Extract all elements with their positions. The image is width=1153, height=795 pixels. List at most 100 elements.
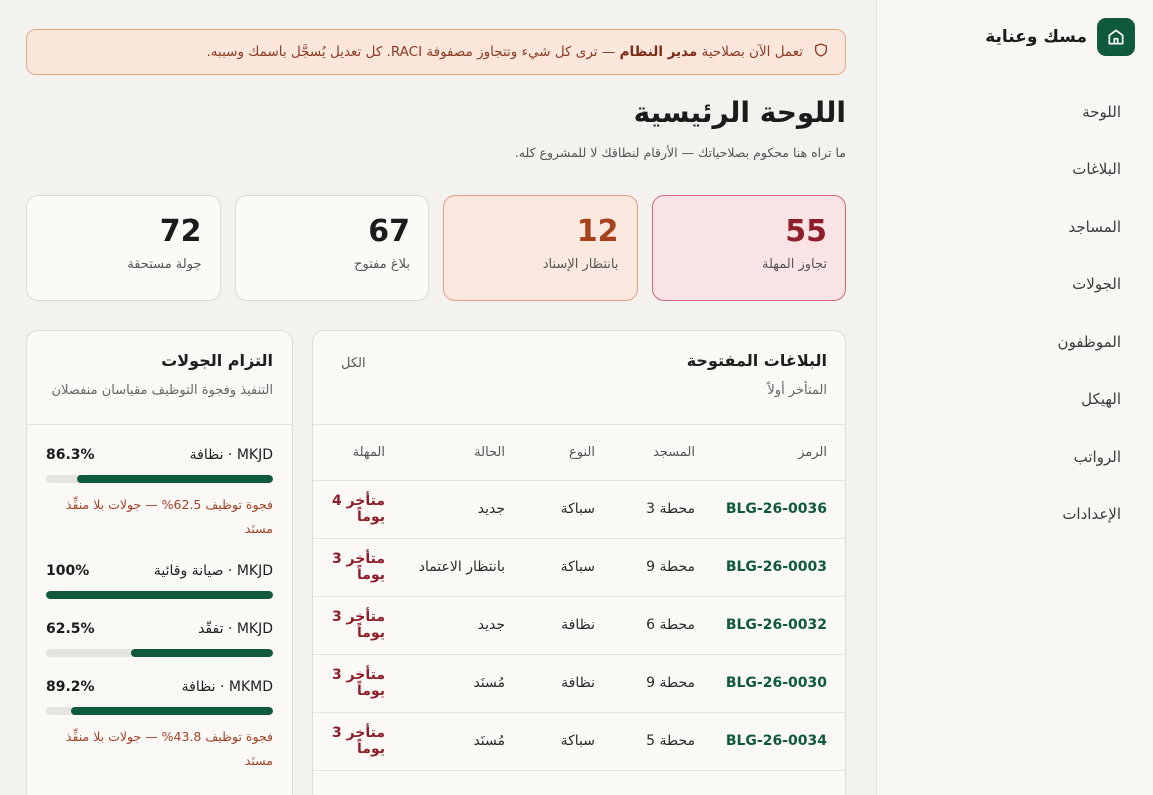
ticket-code[interactable]: BLG-26-0034 — [715, 712, 845, 771]
card-title: البلاغات المفتوحة — [686, 351, 827, 370]
ticket-mosque: محطة 9 — [615, 538, 715, 597]
ticket-code[interactable]: BLG-26-0036 — [715, 480, 845, 539]
stat-value: 12 — [576, 214, 619, 249]
stat-card-due-rounds[interactable]: 72 جولة مستحقة — [26, 195, 221, 301]
rounds-compliance-card: التزام الجولات التنفيذ وفجوة التوظيف مقي… — [26, 330, 293, 795]
stat-card-awaiting-assignment[interactable]: 12 بانتظار الإسناد — [443, 195, 638, 301]
open-tickets-card: البلاغات المفتوحة المتأخر أولاً الكل الر… — [312, 330, 846, 795]
card-title: التزام الجولات — [161, 351, 273, 370]
nav-item-payroll[interactable]: الرواتب — [901, 428, 1121, 486]
ticket-status: مُسنَد — [405, 654, 525, 713]
nav-item-rounds[interactable]: الجولات — [901, 256, 1121, 314]
main-content: تعمل الآن بصلاحية مدير النظام — ترى كل ش… — [26, 0, 846, 795]
stat-card-open-tickets[interactable]: 67 بلاغ مفتوح — [234, 195, 429, 301]
table-header-row: الرمز المسجد النوع الحالة المهلة — [313, 425, 845, 481]
ticket-status: مُسنَد — [405, 712, 525, 771]
ticket-type: نظافة — [525, 654, 615, 713]
table-row[interactable]: BLG-26-0003 محطة 9 سباكة بانتظار الاعتما… — [313, 538, 845, 597]
ticket-due: متأخر 3 يوماً — [313, 596, 405, 655]
staffing-gap-note: فجوة توظيف 43.8% — جولات بلا منفِّذ مسنَ… — [65, 729, 273, 768]
ticket-type: نظافة — [525, 596, 615, 655]
ticket-code[interactable]: BLG-26-0003 — [715, 538, 845, 597]
compliance-item: MKJD · تفقّد 62.5% — [27, 621, 292, 657]
stat-value: 67 — [368, 214, 410, 249]
banner-role: مدير النظام — [619, 44, 698, 60]
ticket-mosque: محطة 6 — [615, 596, 715, 655]
ticket-type: سباكة — [525, 712, 615, 771]
compliance-label: MKJD · تفقّد — [198, 621, 273, 637]
stat-value: 72 — [159, 214, 202, 249]
stat-value: 55 — [785, 214, 827, 249]
nav-item-tickets[interactable]: البلاغات — [901, 141, 1121, 199]
staffing-gap-note: فجوة توظيف 62.5% — جولات بلا منفِّذ مسنَ… — [65, 497, 273, 536]
brand-name: مسك وعناية — [985, 27, 1087, 47]
page-title: اللوحة الرئيسية — [633, 96, 846, 129]
compliance-percent: 89.2% — [46, 679, 95, 695]
ticket-due: متأخر 3 يوماً — [313, 712, 405, 771]
table-row[interactable]: BLG-26-0032 محطة 6 نظافة جديد متأخر 3 يو… — [313, 596, 845, 655]
progress-bar — [46, 591, 273, 599]
stat-card-overdue[interactable]: 55 تجاوز المهلة — [651, 195, 846, 301]
ticket-status: بانتظار الاعتماد — [405, 538, 525, 597]
shield-icon — [813, 42, 829, 62]
table-row[interactable]: BLG-26-0034 محطة 5 سباكة مُسنَد متأخر 3 … — [313, 712, 845, 771]
column-header[interactable]: النوع — [525, 425, 615, 481]
ticket-status: جديد — [405, 480, 525, 539]
stats-row: 55 تجاوز المهلة 12 بانتظار الإسناد 67 بل… — [26, 195, 846, 301]
ticket-due: متأخر 4 يوماً — [313, 480, 405, 539]
progress-bar — [46, 649, 273, 657]
sidebar: مسك وعناية اللوحة البلاغات المساجد الجول… — [876, 0, 1153, 795]
ticket-mosque: محطة 3 — [615, 480, 715, 539]
stat-label: جولة مستحقة — [127, 257, 202, 272]
progress-fill — [70, 707, 273, 715]
view-all-link[interactable]: الكل — [341, 356, 366, 371]
banner-text: تعمل الآن بصلاحية مدير النظام — ترى كل ش… — [206, 44, 803, 60]
compliance-percent: 100% — [46, 563, 90, 579]
ticket-mosque: محطة 9 — [615, 654, 715, 713]
compliance-item: MKJD · صيانة وقائية 100% — [27, 563, 292, 599]
ticket-due: متأخر 3 يوماً — [313, 654, 405, 713]
ticket-type: سباكة — [525, 538, 615, 597]
main-nav: اللوحة البلاغات المساجد الجولات الموظفون… — [901, 83, 1121, 543]
nav-item-settings[interactable]: الإعدادات — [901, 486, 1121, 544]
card-header: البلاغات المفتوحة المتأخر أولاً الكل — [313, 331, 845, 425]
ticket-status: جديد — [405, 596, 525, 655]
progress-fill — [131, 649, 273, 657]
compliance-item: MKMD · نظافة 89.2% فجوة توظيف 43.8% — جو… — [27, 679, 292, 773]
stat-label: تجاوز المهلة — [761, 257, 827, 272]
progress-fill — [77, 475, 273, 483]
column-header[interactable]: الحالة — [405, 425, 525, 481]
ticket-code[interactable]: BLG-26-0032 — [715, 596, 845, 655]
card-subtitle: المتأخر أولاً — [767, 383, 827, 398]
role-banner: تعمل الآن بصلاحية مدير النظام — ترى كل ش… — [26, 29, 846, 75]
brand[interactable]: مسك وعناية — [985, 18, 1135, 56]
column-header[interactable]: المهلة — [313, 425, 405, 481]
nav-item-dashboard[interactable]: اللوحة — [901, 83, 1121, 141]
stat-label: بانتظار الإسناد — [542, 257, 619, 272]
compliance-item: MKJD · نظافة 86.3% فجوة توظيف 62.5% — جو… — [27, 447, 292, 541]
ticket-code[interactable]: BLG-26-0030 — [715, 654, 845, 713]
page-subtitle: ما تراه هنا محكوم بصلاحياتك — الأرقام لن… — [514, 145, 846, 160]
stat-label: بلاغ مفتوح — [354, 257, 410, 272]
nav-item-mosques[interactable]: المساجد — [901, 198, 1121, 256]
ticket-type: سباكة — [525, 480, 615, 539]
column-header[interactable]: المسجد — [615, 425, 715, 481]
progress-fill — [46, 591, 273, 599]
ticket-mosque: محطة 5 — [615, 712, 715, 771]
nav-item-structure[interactable]: الهيكل — [901, 371, 1121, 429]
mosque-home-icon — [1097, 18, 1135, 56]
compliance-percent: 62.5% — [46, 621, 95, 637]
tickets-table: الرمز المسجد النوع الحالة المهلة BLG-26-… — [313, 425, 845, 771]
compliance-label: MKMD · نظافة — [181, 679, 273, 695]
card-subtitle: التنفيذ وفجوة التوظيف مقياسان منفصلان — [51, 383, 273, 398]
table-row[interactable]: BLG-26-0030 محطة 9 نظافة مُسنَد متأخر 3 … — [313, 654, 845, 713]
ticket-due: متأخر 3 يوماً — [313, 538, 405, 597]
nav-item-employees[interactable]: الموظفون — [901, 313, 1121, 371]
table-row[interactable]: BLG-26-0036 محطة 3 سباكة جديد متأخر 4 يو… — [313, 480, 845, 539]
compliance-label: MKJD · نظافة — [189, 447, 273, 463]
progress-bar — [46, 707, 273, 715]
column-header[interactable]: الرمز — [715, 425, 845, 481]
progress-bar — [46, 475, 273, 483]
card-header: التزام الجولات التنفيذ وفجوة التوظيف مقي… — [27, 331, 292, 425]
compliance-label: MKJD · صيانة وقائية — [153, 563, 273, 579]
